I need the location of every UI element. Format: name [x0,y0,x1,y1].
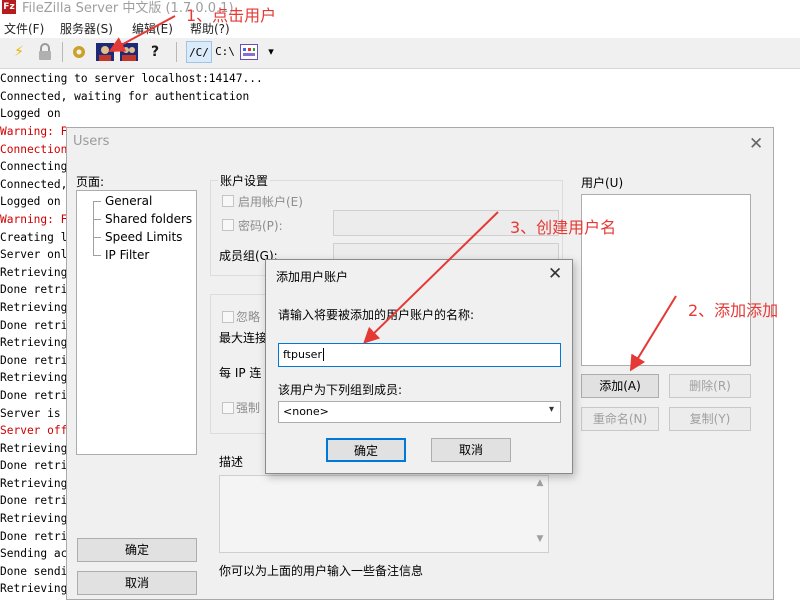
annotation-arrows [108,15,677,372]
annotation-step1: 1、点击用户 [186,6,277,25]
annotation-step2: 2、添加添加 [688,301,779,320]
arrow-step3 [363,211,499,344]
annotation-step3: 3、创建用户名 [510,218,617,237]
arrow-step1 [108,15,176,52]
arrow-step2 [629,295,677,372]
